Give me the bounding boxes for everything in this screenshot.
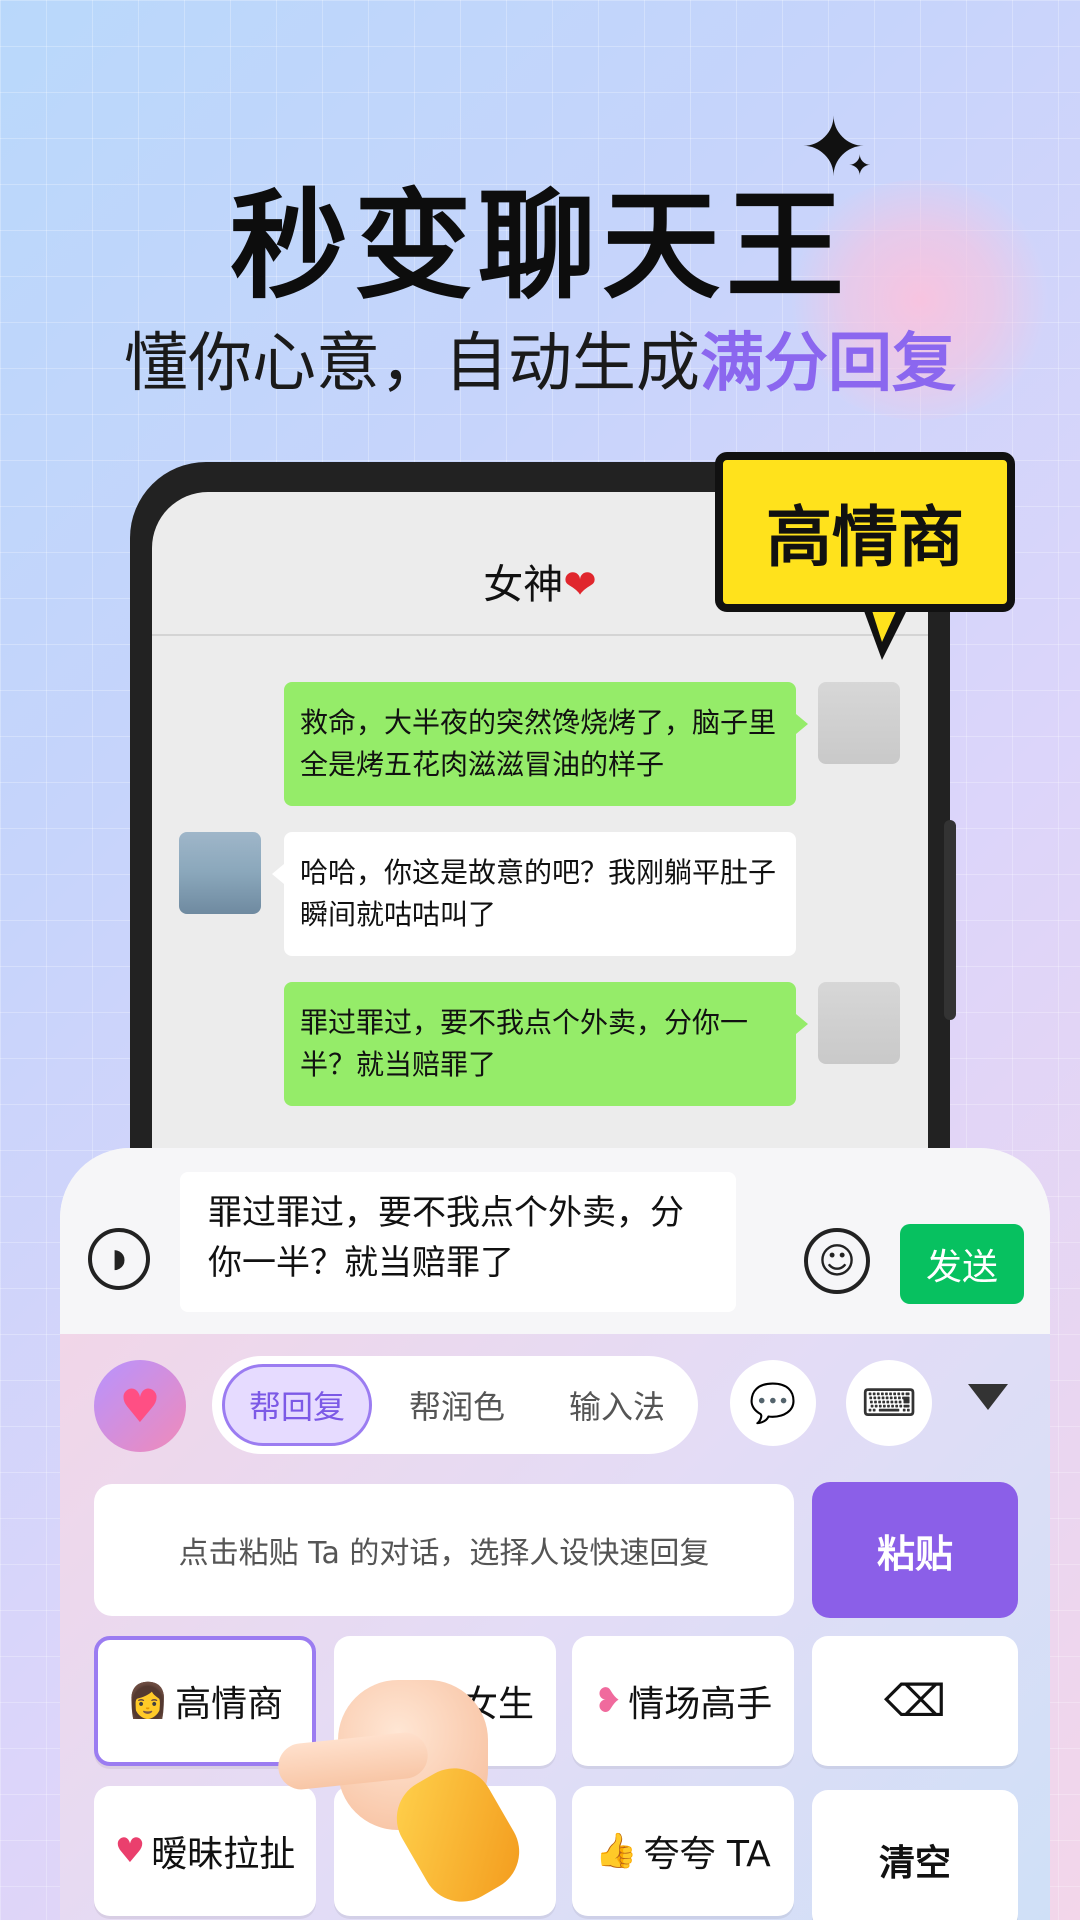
- persona-label: 夸夸 TA: [643, 1834, 771, 1875]
- keyboard-icon[interactable]: ⌨: [846, 1360, 932, 1446]
- bubble-tail: [796, 1014, 808, 1034]
- pink-heart-icon: ❥: [593, 1681, 623, 1721]
- subtitle-text: 懂你心意，自动生成: [124, 327, 700, 401]
- backspace-icon: ⌫: [883, 1675, 947, 1727]
- persona-label: 高情商: [175, 1684, 284, 1725]
- thumbs-up-icon: 👍: [595, 1831, 638, 1871]
- send-button[interactable]: 发送: [900, 1224, 1024, 1304]
- input-row: ◗ 罪过罪过，要不我点个外卖，分你一半？就当赔罪了 ☺ 发送: [60, 1148, 1050, 1334]
- paste-hint-box[interactable]: 点击粘贴 Ta 的对话，选择人设快速回复: [94, 1484, 794, 1616]
- tab-help-reply[interactable]: 帮回复: [222, 1364, 372, 1446]
- persona-key-flirt-master[interactable]: ❥ 情场高手: [572, 1636, 794, 1766]
- persona-label: 暧昧拉扯: [151, 1834, 296, 1875]
- emoji-icon[interactable]: ☺: [804, 1228, 870, 1294]
- persona-key-girl[interactable]: 女生: [334, 1636, 556, 1766]
- persona-label: 女生: [461, 1684, 534, 1725]
- ime-panel: ♥ 帮回复 帮润色 输入法 💬 ⌨ 点击粘贴 Ta 的对话，选择人设快速回复 粘…: [60, 1334, 1050, 1920]
- chat-title: 女神: [483, 562, 564, 608]
- voice-icon[interactable]: ◗: [88, 1228, 150, 1290]
- persona-label: 情场高手: [628, 1684, 773, 1725]
- bubble-tail: [272, 864, 284, 884]
- persona-badge: 高情商: [715, 452, 1015, 612]
- persona-label: 默: [479, 1834, 516, 1875]
- header-divider: [152, 634, 928, 636]
- chat-bubble-icon[interactable]: 💬: [730, 1360, 816, 1446]
- collapse-icon[interactable]: [968, 1384, 1008, 1410]
- persona-key-high-eq[interactable]: 👩 高情商: [94, 1636, 316, 1766]
- chat-message-her[interactable]: 哈哈，你这是故意的吧？我刚躺平肚子瞬间就咕咕叫了: [284, 832, 796, 956]
- tab-input-method[interactable]: 输入法: [542, 1364, 692, 1446]
- subtitle: 懂你心意，自动生成满分回复: [0, 312, 1080, 404]
- girl-avatar-icon: 👩: [126, 1681, 170, 1721]
- her-avatar[interactable]: [179, 832, 261, 914]
- tab-polish[interactable]: 帮润色: [382, 1364, 532, 1446]
- phone-side-button: [944, 820, 956, 1020]
- heart-icon: ♥: [114, 1831, 146, 1871]
- sparkle-small-icon: ✦: [848, 149, 872, 182]
- subtitle-highlight: 满分回复: [700, 327, 956, 401]
- persona-key-praise[interactable]: 👍 夸夸 TA: [572, 1786, 794, 1916]
- clear-key[interactable]: 清空: [812, 1790, 1018, 1920]
- ime-tabs: 帮回复 帮润色 输入法: [212, 1356, 698, 1454]
- paste-button[interactable]: 粘贴: [812, 1482, 1018, 1618]
- ime-logo-icon[interactable]: ♥: [94, 1360, 186, 1452]
- persona-key-ambiguous[interactable]: ♥ 暧昧拉扯: [94, 1786, 316, 1916]
- persona-key-humor[interactable]: 默: [334, 1786, 556, 1916]
- backspace-key[interactable]: ⌫: [812, 1636, 1018, 1766]
- chat-message-me[interactable]: 救命，大半夜的突然馋烧烤了，脑子里全是烤五花肉滋滋冒油的样子: [284, 682, 796, 806]
- my-avatar[interactable]: [818, 982, 900, 1064]
- red-heart-icon: ❤: [563, 562, 597, 608]
- message-input[interactable]: 罪过罪过，要不我点个外卖，分你一半？就当赔罪了: [180, 1172, 736, 1312]
- page-title: 秒变聊天王: [229, 177, 850, 315]
- keyboard-panel: ◗ 罪过罪过，要不我点个外卖，分你一半？就当赔罪了 ☺ 发送 ♥ 帮回复 帮润色…: [60, 1148, 1050, 1920]
- chat-message-me[interactable]: 罪过罪过，要不我点个外卖，分你一半？就当赔罪了: [284, 982, 796, 1106]
- my-avatar[interactable]: [818, 682, 900, 764]
- bubble-tail: [796, 714, 808, 734]
